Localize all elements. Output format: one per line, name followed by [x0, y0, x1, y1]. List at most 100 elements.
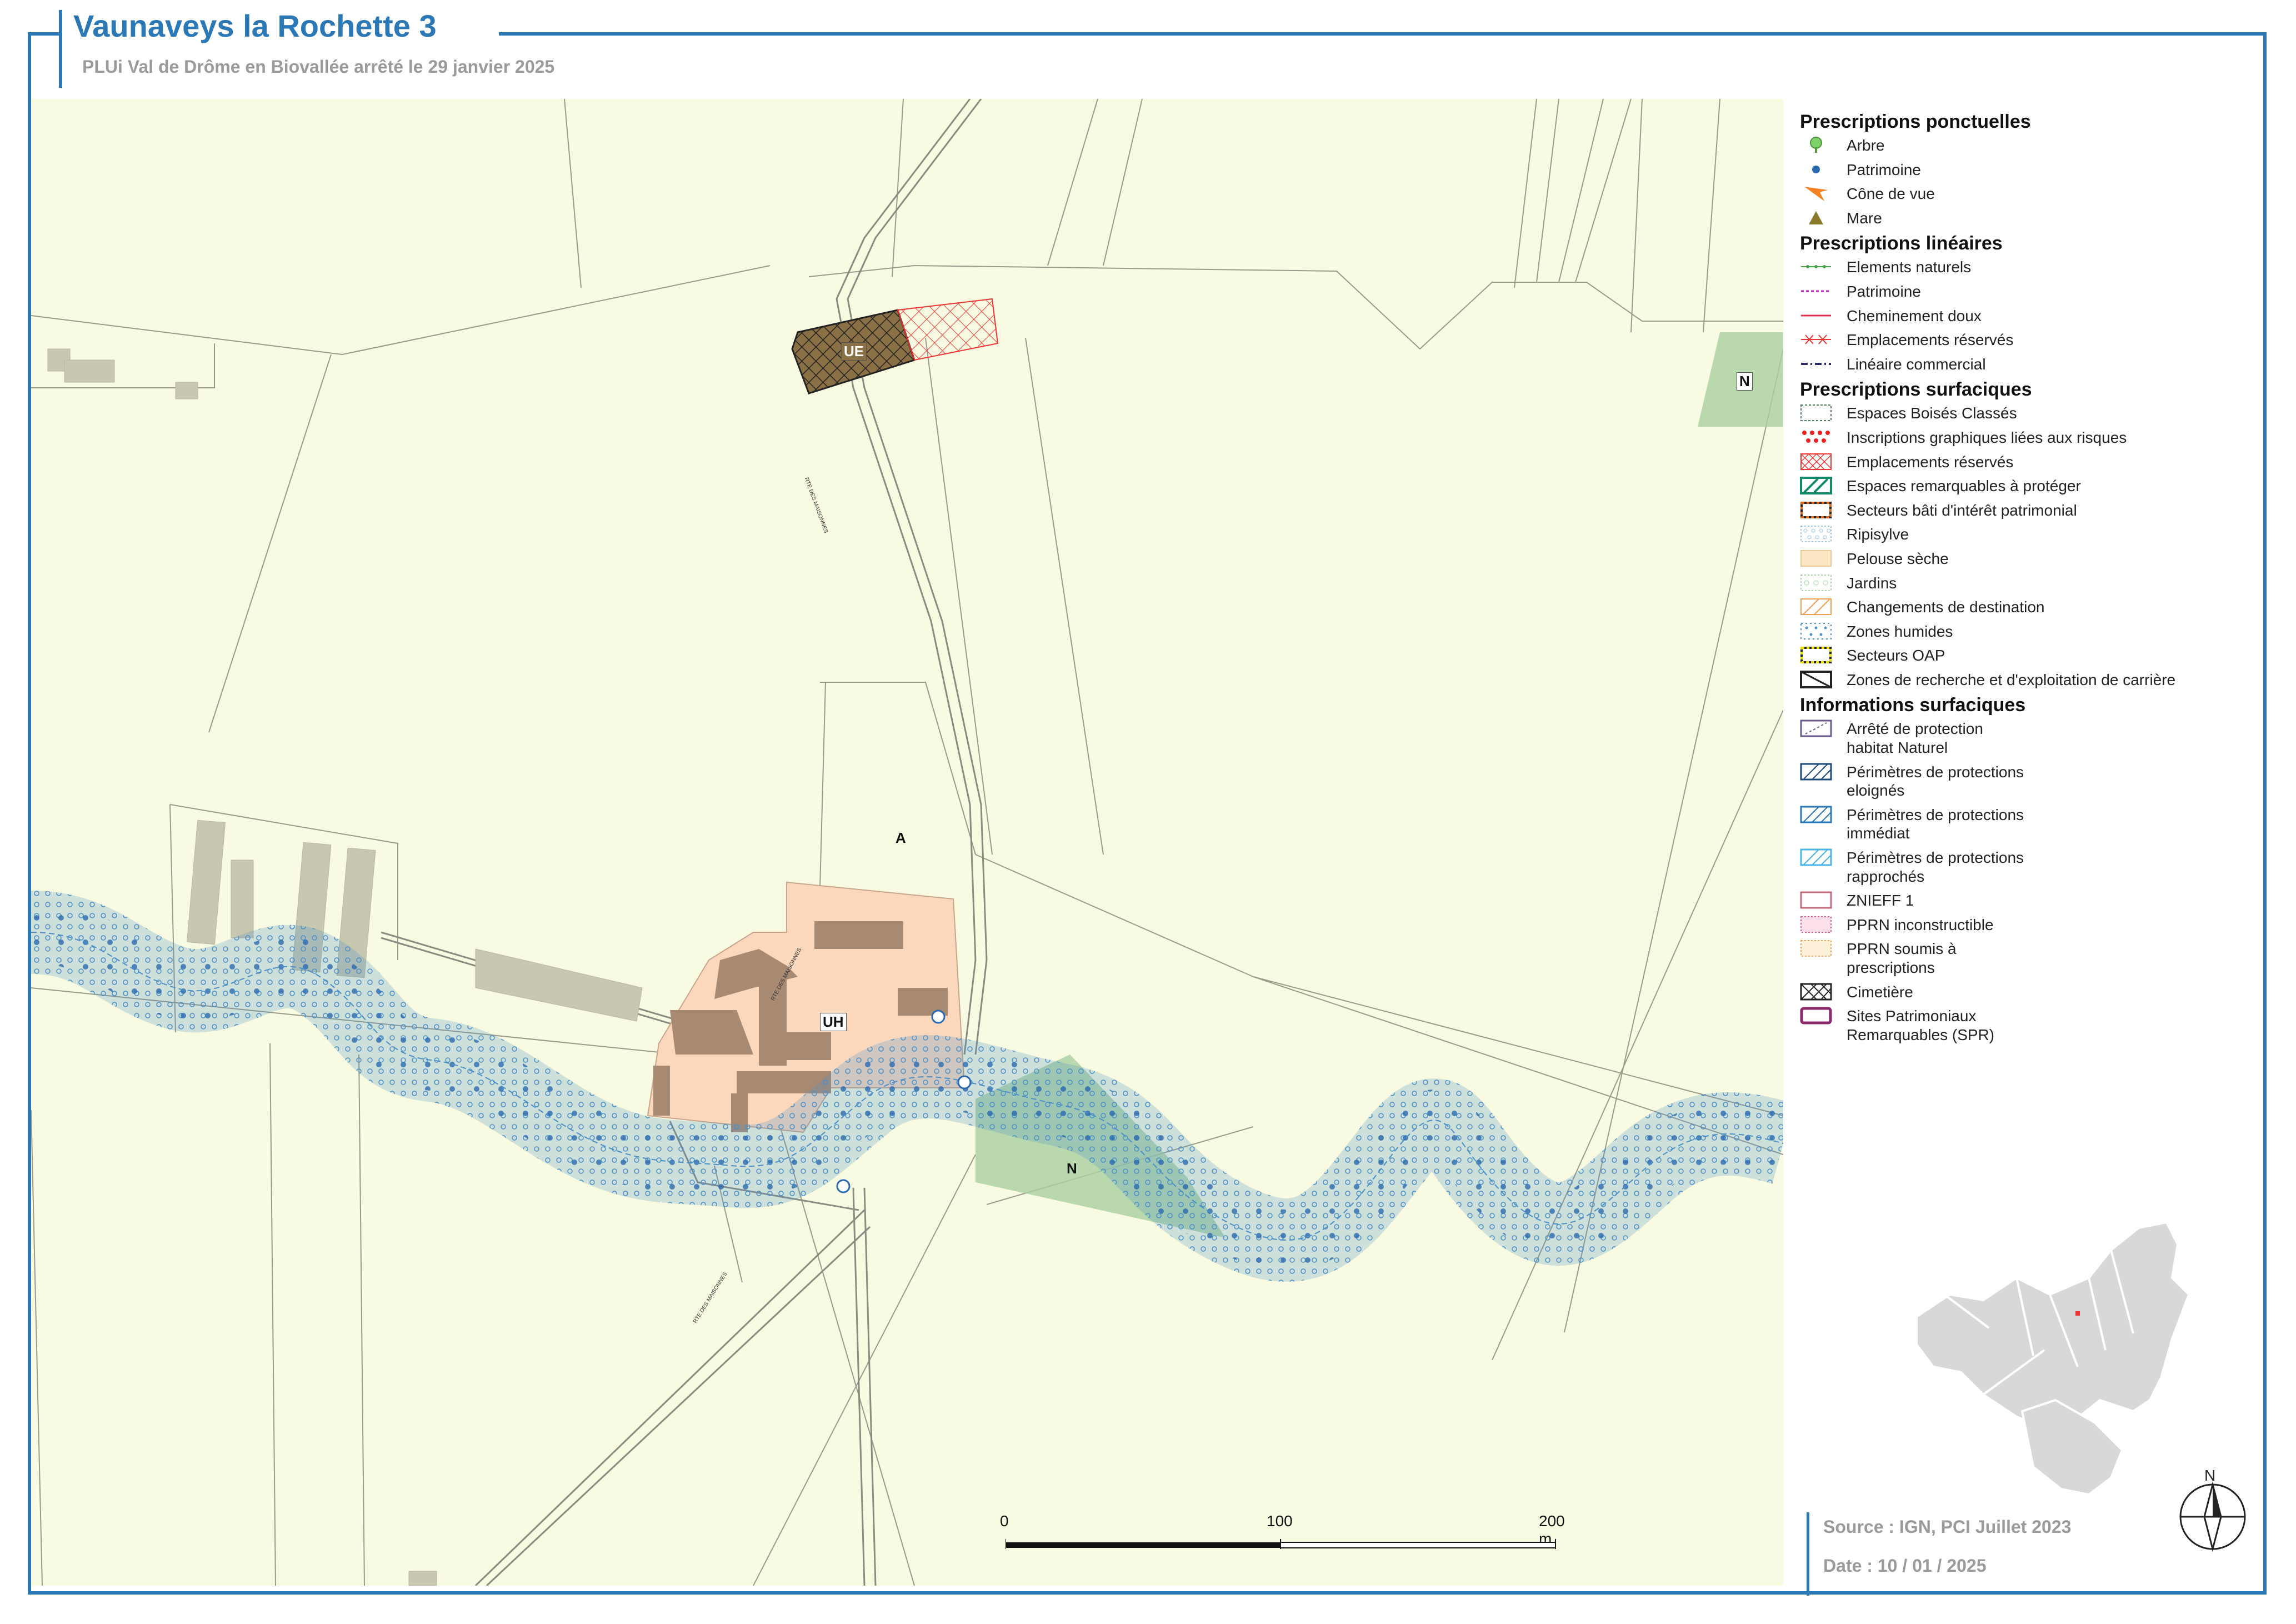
- legend-item: Arrêté de protection habitat Naturel: [1800, 719, 2255, 757]
- legend-item: Périmètres de protections eloignés: [1800, 763, 2255, 800]
- legend-item: Linéaire commercial: [1800, 355, 2255, 374]
- box-rose-icon: [1800, 891, 1832, 909]
- zone-label-a: A: [896, 830, 906, 846]
- legend-item-label: PPRN inconstructible: [1847, 916, 1994, 933]
- legend-item: Patrimoine: [1800, 282, 2255, 301]
- line-magenta-dash-icon: [1800, 282, 1832, 300]
- legend-item: Zones humides: [1800, 622, 2255, 641]
- legend-item: Patrimoine: [1800, 161, 2255, 179]
- box-yellow-dash-icon: [1800, 646, 1832, 664]
- tree-icon: [1800, 136, 1832, 154]
- legend-item-label: Périmètres de protections rapprochés: [1847, 849, 2024, 885]
- legend-section-title: Informations surfaciques: [1800, 694, 2026, 716]
- box-black-diag-icon: [1800, 670, 1832, 688]
- legend-item-label: Espaces Boisés Classés: [1847, 404, 2017, 422]
- legend-item-label: Zones de recherche et d'exploitation de …: [1847, 671, 2176, 688]
- legend-item: ZNIEFF 1: [1800, 891, 2255, 910]
- legend-item: Zones de recherche et d'exploitation de …: [1800, 670, 2255, 689]
- legend-item-label: Arbre: [1847, 137, 1885, 154]
- box-orange-dots-icon: [1800, 940, 1832, 957]
- legend-item-label: Emplacements réservés: [1847, 453, 2014, 471]
- view-cone-icon: [1800, 184, 1832, 202]
- legend-item-label: Patrimoine: [1847, 161, 1921, 178]
- box-navy-hatch-icon: [1800, 763, 1832, 781]
- box-blue-hatch-icon: [1800, 806, 1832, 823]
- box-ebc-icon: [1800, 404, 1832, 422]
- page-title: Vaunaveys la Rochette 3: [73, 8, 437, 43]
- box-orange-dash-icon: [1800, 501, 1832, 519]
- legend-item: Cimetière: [1800, 983, 2255, 1002]
- scale-tick-0: 0: [1000, 1512, 1009, 1530]
- legend-item: Changements de destination: [1800, 598, 2255, 617]
- legend-item-label: PPRN soumis à prescriptions: [1847, 940, 1957, 976]
- legend-item: PPRN soumis à prescriptions: [1800, 940, 2255, 977]
- north-label: N: [2204, 1467, 2216, 1484]
- legend-item-label: Changements de destination: [1847, 598, 2045, 616]
- box-pink-dots-icon: [1800, 916, 1832, 933]
- legend-item-label: Emplacements réservés: [1847, 331, 2014, 349]
- legend-item-label: Secteurs OAP: [1847, 647, 1945, 664]
- legend-item: Arbre: [1800, 136, 2255, 155]
- inset-location-marker: [2075, 1311, 2080, 1316]
- legend-item-label: Ripisylve: [1847, 526, 1909, 543]
- box-purple-dash-icon: [1800, 719, 1832, 737]
- legend-item-label: Secteurs bâti d'intérêt patrimonial: [1847, 501, 2077, 519]
- box-tan-dots-icon: [1800, 549, 1832, 567]
- box-green-circles-icon: [1800, 574, 1832, 592]
- legend-item: PPRN inconstructible: [1800, 916, 2255, 935]
- zone-label-n-river: N: [1067, 1160, 1077, 1177]
- legend-item-label: Patrimoine: [1847, 282, 1921, 300]
- legend-item-label: Jardins: [1847, 574, 1897, 592]
- dot-icon: [1800, 161, 1832, 178]
- page-subtitle: PLUi Val de Drôme en Biovallée arrêté le…: [82, 57, 555, 77]
- zone-label-n-top: N: [1737, 372, 1753, 391]
- legend-item: Pelouse sèche: [1800, 549, 2255, 568]
- line-navy-dashdot-icon: [1800, 355, 1832, 373]
- legend-item: Espaces Boisés Classés: [1800, 404, 2255, 423]
- line-red-icon: [1800, 307, 1832, 324]
- legend-item: Inscriptions graphiques liées aux risque…: [1800, 428, 2255, 447]
- scale-tick-100: 100: [1267, 1512, 1293, 1530]
- legend-item-label: Pelouse sèche: [1847, 549, 1949, 567]
- legend-item-label: Cône de vue: [1847, 185, 1935, 203]
- legend-item: Secteurs OAP: [1800, 646, 2255, 665]
- legend-item-label: Arrêté de protection habitat Naturel: [1847, 720, 1983, 757]
- title-accent-bar: [59, 10, 62, 88]
- legend-item-label: Mare: [1847, 209, 1882, 227]
- legend-item: Espaces remarquables à protéger: [1800, 477, 2255, 496]
- reserved-area[interactable]: [897, 298, 999, 361]
- inset-locator-map: [1915, 1221, 2190, 1496]
- triangle-icon: [1800, 209, 1832, 227]
- legend-item: Emplacements réservés: [1800, 331, 2255, 349]
- line-green-dots-icon: [1800, 258, 1832, 276]
- legend-item: Secteurs bâti d'intérêt patrimonial: [1800, 501, 2255, 520]
- legend-item-label: Linéaire commercial: [1847, 355, 1986, 373]
- box-spr-icon: [1800, 1007, 1832, 1025]
- legend-item-label: Cheminement doux: [1847, 307, 1982, 324]
- box-red-dots-icon: [1800, 428, 1832, 446]
- legend-item-label: Sites Patrimoniaux Remarquables (SPR): [1847, 1007, 1995, 1043]
- box-red-hatch-icon: [1800, 453, 1832, 471]
- legend-section-title: Prescriptions surfaciques: [1800, 379, 2032, 401]
- legend-item-label: Périmètres de protections eloignés: [1847, 763, 2024, 799]
- legend-item: Cheminement doux: [1800, 307, 2255, 326]
- box-cross-hatch-icon: [1800, 983, 1832, 1001]
- legend-item: Sites Patrimoniaux Remarquables (SPR): [1800, 1007, 2255, 1044]
- legend-item: Mare: [1800, 209, 2255, 228]
- legend-item-label: Elements naturels: [1847, 258, 1972, 276]
- legend-item: Périmètres de protections immédiat: [1800, 806, 2255, 843]
- box-blue-dots-icon: [1800, 622, 1832, 640]
- legend: Prescriptions ponctuelles Arbre Patrimoine…: [1800, 106, 2255, 1050]
- map-canvas[interactable]: UE UH A N N RTE DES MAISONNES RTE DES MA…: [31, 99, 1783, 1586]
- legend-section-title: Prescriptions linéaires: [1800, 233, 2003, 254]
- footer-accent-bar: [1807, 1512, 1809, 1596]
- zone-label-ue: UE: [841, 342, 867, 361]
- box-blue-circles-icon: [1800, 525, 1832, 543]
- legend-item: Périmètres de protections rapprochés: [1800, 848, 2255, 886]
- legend-item-label: Cimetière: [1847, 983, 1913, 1001]
- legend-item: Cône de vue: [1800, 184, 2255, 203]
- legend-item-label: ZNIEFF 1: [1847, 892, 1914, 910]
- box-orange-hatch-icon: [1800, 598, 1832, 616]
- legend-item-label: Zones humides: [1847, 622, 1953, 640]
- legend-item-label: Espaces remarquables à protéger: [1847, 477, 2081, 495]
